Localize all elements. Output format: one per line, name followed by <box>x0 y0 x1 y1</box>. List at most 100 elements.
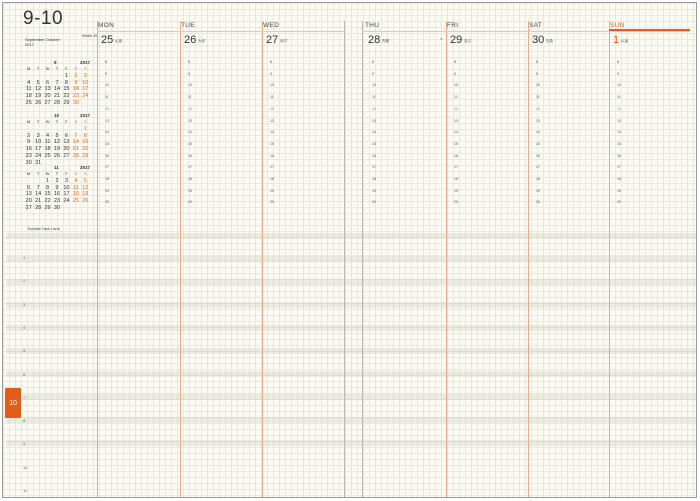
mini-calendar-day[interactable]: 25 <box>24 100 33 107</box>
mini-calendar-day[interactable]: 13 <box>24 191 33 198</box>
mini-calendar-day[interactable]: 17 <box>62 191 71 198</box>
mini-calendar-day[interactable]: 23 <box>24 153 33 160</box>
mini-calendar-day[interactable] <box>62 205 71 212</box>
mini-calendar-day[interactable]: 14 <box>33 191 42 198</box>
mini-calendar-day[interactable]: 2 <box>52 178 61 185</box>
mini-calendar-day[interactable]: 22 <box>62 93 71 100</box>
mini-calendar-day[interactable]: 1 <box>81 126 90 133</box>
mini-calendar-day[interactable] <box>81 205 90 212</box>
mini-calendar-day[interactable] <box>24 178 33 185</box>
mini-calendar-day[interactable] <box>62 126 71 133</box>
mini-calendar-day[interactable]: 9 <box>71 80 80 87</box>
mini-calendar-day[interactable]: 2 <box>24 133 33 140</box>
mini-calendar-day[interactable]: 17 <box>81 86 90 93</box>
mini-calendar-day[interactable]: 18 <box>71 191 80 198</box>
mini-calendar-day[interactable]: 19 <box>81 191 90 198</box>
mini-calendar-day[interactable]: 1 <box>62 73 71 80</box>
mini-calendar-day[interactable]: 13 <box>62 139 71 146</box>
mini-calendar-day[interactable] <box>52 126 61 133</box>
mini-calendar-day[interactable]: 3 <box>33 133 42 140</box>
mini-calendar-day[interactable]: 8 <box>62 80 71 87</box>
mini-calendar-day[interactable]: 9 <box>52 185 61 192</box>
mini-calendar-day[interactable]: 18 <box>24 93 33 100</box>
mini-calendar-day[interactable]: 2 <box>71 73 80 80</box>
mini-calendar-day[interactable] <box>33 126 42 133</box>
mini-calendar-day[interactable]: 3 <box>62 178 71 185</box>
mini-calendar-day[interactable]: 4 <box>71 178 80 185</box>
mini-calendar-day[interactable] <box>81 100 90 107</box>
mini-calendar-day[interactable]: 21 <box>71 146 80 153</box>
mini-calendar-day[interactable]: 7 <box>33 185 42 192</box>
mini-calendar-day[interactable]: 10 <box>33 139 42 146</box>
mini-calendar-day[interactable]: 20 <box>62 146 71 153</box>
mini-calendar-day[interactable]: 30 <box>52 205 61 212</box>
mini-calendar-day[interactable]: 28 <box>52 100 61 107</box>
mini-calendar-day[interactable]: 8 <box>81 133 90 140</box>
mini-calendar-day[interactable]: 26 <box>33 100 42 107</box>
mini-calendar-day[interactable]: 6 <box>24 185 33 192</box>
mini-calendar-day[interactable]: 16 <box>71 86 80 93</box>
mini-calendar-day[interactable]: 18 <box>43 146 52 153</box>
mini-calendar-day[interactable]: 29 <box>43 205 52 212</box>
mini-calendar-day[interactable] <box>71 126 80 133</box>
mini-calendar-day[interactable]: 12 <box>81 185 90 192</box>
mini-calendar-day[interactable]: 16 <box>24 146 33 153</box>
mini-calendar-day[interactable]: 15 <box>62 86 71 93</box>
mini-calendar-day[interactable]: 25 <box>71 198 80 205</box>
mini-calendar-day[interactable]: 26 <box>52 153 61 160</box>
mini-calendar-day[interactable]: 11 <box>43 139 52 146</box>
mini-calendar-day[interactable]: 14 <box>52 86 61 93</box>
mini-calendar-day[interactable]: 30 <box>71 100 80 107</box>
mini-calendar-day[interactable]: 13 <box>43 86 52 93</box>
mini-calendar-day[interactable]: 22 <box>81 146 90 153</box>
mini-calendar-day[interactable]: 5 <box>81 178 90 185</box>
mini-calendar-day[interactable] <box>52 73 61 80</box>
mini-calendar-day[interactable]: 10 <box>62 185 71 192</box>
mini-calendar-day[interactable]: 20 <box>43 93 52 100</box>
mini-calendar-day[interactable]: 29 <box>62 100 71 107</box>
mini-calendar-day[interactable]: 14 <box>71 139 80 146</box>
mini-calendar-day[interactable]: 21 <box>33 198 42 205</box>
mini-calendar-day[interactable]: 6 <box>62 133 71 140</box>
mini-calendar-day[interactable]: 21 <box>52 93 61 100</box>
mini-calendar-day[interactable]: 12 <box>52 139 61 146</box>
mini-calendar-day[interactable]: 23 <box>52 198 61 205</box>
mini-calendar-day[interactable]: 17 <box>33 146 42 153</box>
mini-calendar-day[interactable]: 22 <box>43 198 52 205</box>
mini-calendar-day[interactable]: 20 <box>24 198 33 205</box>
mini-calendar-day[interactable]: 25 <box>43 153 52 160</box>
mini-calendar-day[interactable]: 7 <box>52 80 61 87</box>
mini-calendar-day[interactable]: 15 <box>81 139 90 146</box>
mini-calendar-day[interactable]: 1 <box>43 178 52 185</box>
mini-calendar-day[interactable]: 27 <box>62 153 71 160</box>
mini-calendar-day[interactable] <box>43 126 52 133</box>
mini-calendar-day[interactable]: 29 <box>81 153 90 160</box>
current-hour-tab[interactable]: 10 <box>5 388 21 418</box>
mini-calendar-day[interactable]: 23 <box>71 93 80 100</box>
mini-calendar-day[interactable]: 7 <box>71 133 80 140</box>
mini-calendar-day[interactable]: 12 <box>33 86 42 93</box>
mini-calendar-day[interactable]: 3 <box>81 73 90 80</box>
mini-calendar-day[interactable]: 24 <box>81 93 90 100</box>
mini-calendar-day[interactable] <box>24 73 33 80</box>
mini-calendar-day[interactable]: 24 <box>33 153 42 160</box>
mini-calendar-day[interactable]: 16 <box>52 191 61 198</box>
mini-calendar-day[interactable]: 10 <box>81 80 90 87</box>
mini-calendar-day[interactable]: 19 <box>33 93 42 100</box>
mini-calendar-day[interactable]: 28 <box>33 205 42 212</box>
mini-calendar-day[interactable]: 6 <box>43 80 52 87</box>
mini-calendar-day[interactable]: 15 <box>43 191 52 198</box>
mini-calendar-day[interactable]: 4 <box>24 80 33 87</box>
mini-calendar-day[interactable] <box>71 205 80 212</box>
mini-calendar-day[interactable]: 11 <box>71 185 80 192</box>
mini-calendar-day[interactable]: 11 <box>24 86 33 93</box>
mini-calendar-day[interactable]: 26 <box>81 198 90 205</box>
mini-calendar-day[interactable]: 9 <box>24 139 33 146</box>
mini-calendar-day[interactable] <box>43 73 52 80</box>
mini-calendar-day[interactable]: 28 <box>71 153 80 160</box>
mini-calendar-day[interactable]: 24 <box>62 198 71 205</box>
mini-calendar-day[interactable] <box>33 178 42 185</box>
mini-calendar-day[interactable]: 8 <box>43 185 52 192</box>
mini-calendar-day[interactable]: 5 <box>52 133 61 140</box>
mini-calendar-day[interactable]: 27 <box>43 100 52 107</box>
